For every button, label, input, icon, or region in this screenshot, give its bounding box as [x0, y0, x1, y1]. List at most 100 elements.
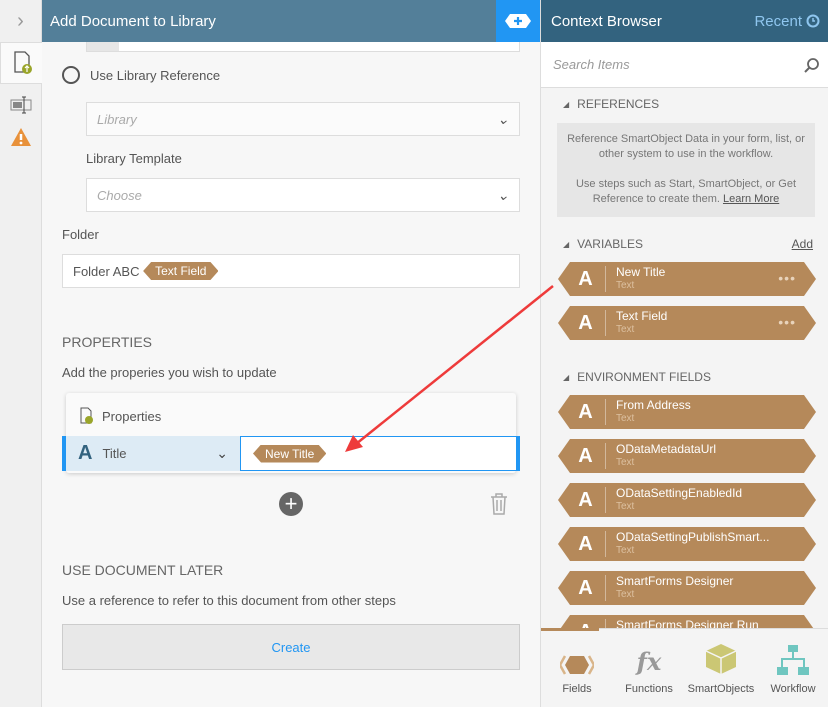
collapse-triangle-icon: ◢: [563, 239, 570, 249]
create-button[interactable]: Create: [62, 624, 520, 670]
environment-field-item[interactable]: A ODataSettingPublishSmart... Text: [558, 527, 816, 561]
item-name: Text Field: [616, 309, 668, 323]
context-browser: Context Browser Recent Search Items ◢ REF…: [540, 0, 828, 707]
row-accent-right: [517, 436, 520, 471]
references-text: Reference SmartObject Data in your form,…: [567, 133, 805, 160]
tab-label: SmartObjects: [687, 683, 755, 695]
environment-field-item[interactable]: A SmartForms Designer Text: [558, 571, 816, 605]
references-heading: REFERENCES: [577, 97, 660, 111]
tab-document-step[interactable]: [0, 42, 42, 84]
panel-header: Add Document to Library: [42, 0, 540, 42]
document-upload-icon: [80, 407, 93, 424]
property-value-input[interactable]: New Title: [240, 436, 517, 471]
library-template-label: Library Template: [86, 151, 182, 166]
tab-warnings[interactable]: [0, 116, 41, 158]
warning-icon: [10, 128, 31, 146]
property-name-select[interactable]: A Title ⌄: [66, 436, 240, 471]
item-type: Text: [616, 501, 635, 512]
active-tab-indicator: [541, 628, 599, 631]
clipped-field[interactable]: [86, 42, 520, 52]
recent-label: Recent: [754, 12, 802, 30]
panel-title: Add Document to Library: [50, 12, 216, 30]
tab-label: Functions: [625, 683, 673, 695]
add-property-button[interactable]: +: [279, 492, 303, 516]
search-placeholder: Search Items: [553, 57, 630, 72]
environment-field-item[interactable]: A From Address Text: [558, 395, 816, 429]
folder-input[interactable]: Folder ABC Text Field: [62, 254, 520, 288]
item-type: Text: [616, 545, 635, 556]
item-name: SmartForms Designer: [616, 574, 734, 588]
more-icon[interactable]: •••: [778, 314, 796, 330]
clock-icon: [806, 14, 820, 28]
item-name: ODataMetadataUrl: [616, 442, 717, 456]
left-tab-strip: ›: [0, 0, 42, 707]
expand-chevron-icon[interactable]: ›: [0, 0, 41, 42]
references-info: Reference SmartObject Data in your form,…: [557, 123, 815, 217]
environment-heading: ENVIRONMENT FIELDS: [577, 370, 711, 384]
text-type-icon: A: [566, 399, 606, 425]
item-name: ODataSettingEnabledId: [616, 486, 743, 500]
learn-more-link[interactable]: Learn More: [723, 193, 779, 205]
add-variable-link[interactable]: Add: [792, 237, 813, 251]
item-type: Text: [616, 589, 635, 600]
properties-description: Add the properies you wish to update: [62, 365, 277, 380]
cube-icon: [705, 644, 737, 674]
trash-icon[interactable]: [490, 492, 508, 516]
references-section-header[interactable]: ◢ REFERENCES: [563, 97, 813, 111]
folder-value: Folder ABC: [73, 263, 140, 279]
document-upload-icon: [13, 51, 32, 74]
fields-icon: [560, 655, 594, 675]
tab-fields[interactable]: Fields: [541, 629, 613, 707]
library-template-select[interactable]: Choose ⌄: [86, 178, 520, 212]
add-button[interactable]: [496, 0, 540, 42]
text-type-icon: A: [566, 266, 606, 292]
tab-label: Fields: [562, 683, 592, 695]
library-template-placeholder: Choose: [97, 187, 142, 203]
variables-heading: VARIABLES: [577, 237, 643, 251]
item-name: New Title: [616, 265, 666, 279]
recent-button[interactable]: Recent: [754, 13, 820, 30]
tab-smartobjects[interactable]: SmartObjects: [685, 629, 757, 707]
workflow-icon: [777, 645, 809, 675]
environment-field-item[interactable]: A ODataSettingEnabledId Text: [558, 483, 816, 517]
environment-field-item[interactable]: A ODataMetadataUrl Text: [558, 439, 816, 473]
collapse-triangle-icon: ◢: [563, 372, 570, 382]
use-later-heading: USE DOCUMENT LATER: [62, 562, 224, 578]
variable-item[interactable]: A New Title Text •••: [558, 262, 816, 296]
more-icon[interactable]: •••: [778, 270, 796, 286]
item-name: ODataSettingPublishSmart...: [616, 530, 770, 544]
properties-heading: PROPERTIES: [62, 334, 152, 350]
property-name: Title: [102, 446, 127, 461]
item-type: Text: [616, 324, 635, 335]
text-type-icon: A: [566, 575, 606, 601]
text-type-icon: A: [78, 442, 93, 464]
item-type: Text: [616, 457, 635, 468]
variable-item[interactable]: A Text Field Text •••: [558, 306, 816, 340]
item-name: From Address: [616, 398, 691, 412]
context-footer-tabs: Fields fx Functions SmartObjects Workflow: [541, 628, 828, 707]
library-reference-radio[interactable]: [62, 66, 80, 84]
tab-workflow[interactable]: Workflow: [757, 629, 828, 707]
library-select[interactable]: Library ⌄: [86, 102, 520, 136]
properties-card-title: Properties: [102, 408, 162, 424]
function-fx-icon: fx: [636, 647, 662, 676]
properties-card-header: Properties: [78, 407, 161, 425]
library-placeholder: Library: [97, 111, 137, 127]
search-icon[interactable]: [804, 57, 820, 73]
context-browser-header: Context Browser Recent: [541, 0, 828, 42]
search-input[interactable]: Search Items: [541, 42, 828, 88]
collapse-triangle-icon: ◢: [563, 99, 570, 109]
folder-label: Folder: [62, 227, 99, 242]
use-later-description: Use a reference to refer to this documen…: [62, 593, 396, 608]
item-type: Text: [616, 280, 635, 291]
tab-functions[interactable]: fx Functions: [613, 629, 685, 707]
context-browser-title: Context Browser: [551, 12, 662, 30]
library-reference-label: Use Library Reference: [90, 68, 221, 83]
environment-section-header[interactable]: ◢ ENVIRONMENT FIELDS: [563, 370, 813, 384]
chevron-down-icon: ⌄: [497, 187, 509, 203]
property-value-token[interactable]: New Title: [253, 445, 326, 463]
variables-section-header[interactable]: ◢ VARIABLES Add: [563, 237, 813, 251]
folder-token[interactable]: Text Field: [143, 262, 218, 280]
text-field-icon: [10, 96, 31, 114]
item-type: Text: [616, 413, 635, 424]
